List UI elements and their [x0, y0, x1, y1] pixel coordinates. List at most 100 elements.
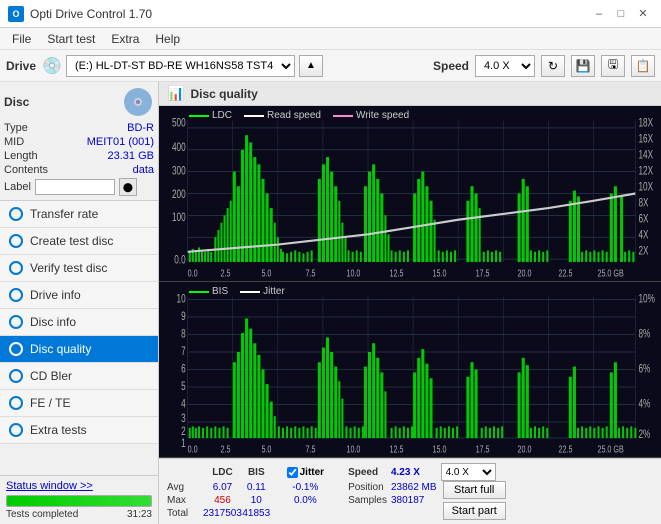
drive-label: Drive: [6, 59, 36, 73]
disc-title: Disc: [4, 95, 29, 109]
jitter-max: 0.0%: [283, 494, 328, 507]
svg-text:0.0: 0.0: [174, 254, 186, 267]
toolbar: Drive 💿 (E:) HL-DT-ST BD-RE WH16NS58 TST…: [0, 50, 661, 82]
svg-text:0.0: 0.0: [188, 267, 198, 279]
status-window-button[interactable]: Status window >>: [6, 480, 93, 492]
jitter-checkbox-label[interactable]: Jitter: [287, 467, 324, 478]
sidebar-item-extra-tests[interactable]: Extra tests: [0, 417, 158, 444]
start-part-button[interactable]: Start part: [443, 502, 506, 520]
disc-panel: Disc Type BD-R MID MEIT01 (001) Length 2…: [0, 82, 158, 201]
export-button[interactable]: 📋: [631, 55, 655, 77]
disc-image-icon: [122, 86, 154, 118]
bottom-chart-legend: BIS Jitter: [189, 286, 285, 297]
menu-bar: File Start test Extra Help: [0, 28, 661, 50]
sidebar-item-drive-info[interactable]: Drive info: [0, 282, 158, 309]
label-browse-button[interactable]: ⬤: [119, 178, 137, 196]
stats-row: LDC BIS Jitter Speed 4.23 X: [167, 463, 653, 520]
menu-file[interactable]: File: [4, 30, 39, 48]
disc-info-label: Disc info: [30, 315, 76, 329]
progress-bar-fill: [7, 496, 151, 506]
speed-select[interactable]: 4.0 X: [441, 463, 496, 481]
sidebar-item-disc-quality[interactable]: Disc quality: [0, 336, 158, 363]
status-completed-text: Tests completed: [6, 509, 78, 520]
sidebar-item-verify-test-disc[interactable]: Verify test disc: [0, 255, 158, 282]
cd-bler-label: CD Bler: [30, 369, 72, 383]
disc-button[interactable]: 💾: [571, 55, 595, 77]
svg-text:20.0: 20.0: [518, 443, 532, 455]
svg-text:12X: 12X: [638, 165, 653, 178]
samples-label: Samples: [348, 494, 387, 507]
maximize-button[interactable]: □: [611, 4, 631, 24]
transfer-rate-label: Transfer rate: [30, 207, 98, 221]
drive-info-icon: [8, 287, 24, 303]
transfer-rate-icon: [8, 206, 24, 222]
drive-select-area: 💿 (E:) HL-DT-ST BD-RE WH16NS58 TST4 ▲: [42, 55, 419, 77]
save-button[interactable]: 🖫: [601, 55, 625, 77]
svg-text:2%: 2%: [638, 429, 650, 442]
svg-text:0.0: 0.0: [188, 443, 198, 455]
position-value: 23862 MB: [387, 481, 437, 494]
svg-text:10%: 10%: [638, 293, 654, 306]
ldc-legend-label: LDC: [212, 110, 232, 121]
sidebar-item-create-test-disc[interactable]: Create test disc: [0, 228, 158, 255]
sidebar: Disc Type BD-R MID MEIT01 (001) Length 2…: [0, 82, 159, 524]
svg-text:18X: 18X: [638, 117, 653, 130]
cd-bler-icon: [8, 368, 24, 384]
status-text-row: Tests completed 31:23: [6, 509, 152, 520]
disc-type-value: BD-R: [127, 122, 154, 134]
svg-text:15.0: 15.0: [433, 267, 447, 279]
start-full-button[interactable]: Start full: [443, 481, 506, 499]
verify-test-disc-icon: [8, 260, 24, 276]
charts-area: LDC Read speed Write speed: [159, 106, 661, 458]
status-time: 31:23: [127, 509, 152, 520]
top-chart: LDC Read speed Write speed: [159, 106, 661, 282]
speed-stat-label: Speed: [348, 463, 387, 481]
svg-text:7: 7: [181, 346, 186, 359]
drive-dropdown[interactable]: (E:) HL-DT-ST BD-RE WH16NS58 TST4: [66, 55, 295, 77]
bottom-stats-panel: LDC BIS Jitter Speed 4.23 X: [159, 458, 661, 524]
svg-text:200: 200: [172, 189, 186, 202]
jitter-avg: -0.1%: [283, 481, 328, 494]
close-button[interactable]: ✕: [633, 4, 653, 24]
svg-text:500: 500: [172, 117, 186, 130]
minimize-button[interactable]: –: [589, 4, 609, 24]
svg-text:8: 8: [181, 328, 186, 341]
title-bar: O Opti Drive Control 1.70 – □ ✕: [0, 0, 661, 28]
chart-title: Disc quality: [190, 87, 257, 101]
refresh-button[interactable]: ↻: [541, 55, 565, 77]
speed-dropdown[interactable]: 4.0 X: [475, 55, 535, 77]
app-icon: O: [8, 6, 24, 22]
jitter-legend-label: Jitter: [263, 286, 285, 297]
speed-label: Speed: [433, 59, 469, 73]
bottom-chart: BIS Jitter: [159, 282, 661, 458]
jitter-legend-item: Jitter: [240, 286, 285, 297]
disc-label-input[interactable]: [35, 179, 115, 195]
sidebar-item-transfer-rate[interactable]: Transfer rate: [0, 201, 158, 228]
bis-total: 41853: [242, 507, 271, 520]
top-chart-legend: LDC Read speed Write speed: [189, 110, 409, 121]
sidebar-item-disc-info[interactable]: Disc info: [0, 309, 158, 336]
svg-text:15.0: 15.0: [433, 443, 447, 455]
avg-row-label: Avg: [167, 481, 203, 494]
svg-text:20.0: 20.0: [518, 267, 532, 279]
menu-help[interactable]: Help: [147, 30, 188, 48]
svg-text:17.5: 17.5: [476, 267, 490, 279]
jitter-legend-color: [240, 291, 260, 293]
sidebar-item-cd-bler[interactable]: CD Bler: [0, 363, 158, 390]
svg-text:12.5: 12.5: [390, 267, 404, 279]
svg-text:300: 300: [172, 165, 186, 178]
menu-start-test[interactable]: Start test: [39, 30, 103, 48]
jitter-checkbox[interactable]: [287, 467, 298, 478]
svg-text:2.5: 2.5: [220, 267, 230, 279]
chart-header-icon: 📊: [167, 85, 184, 102]
svg-text:2.5: 2.5: [220, 443, 230, 455]
status-bar: Status window >> Tests completed 31:23: [0, 475, 158, 524]
svg-text:7.5: 7.5: [306, 267, 316, 279]
menu-extra[interactable]: Extra: [103, 30, 147, 48]
svg-text:10X: 10X: [638, 181, 653, 194]
write-speed-legend-item: Write speed: [333, 110, 409, 121]
svg-text:5.0: 5.0: [261, 267, 271, 279]
eject-button[interactable]: ▲: [299, 55, 323, 77]
bis-legend-color: [189, 291, 209, 293]
sidebar-item-fe-te[interactable]: FE / TE: [0, 390, 158, 417]
